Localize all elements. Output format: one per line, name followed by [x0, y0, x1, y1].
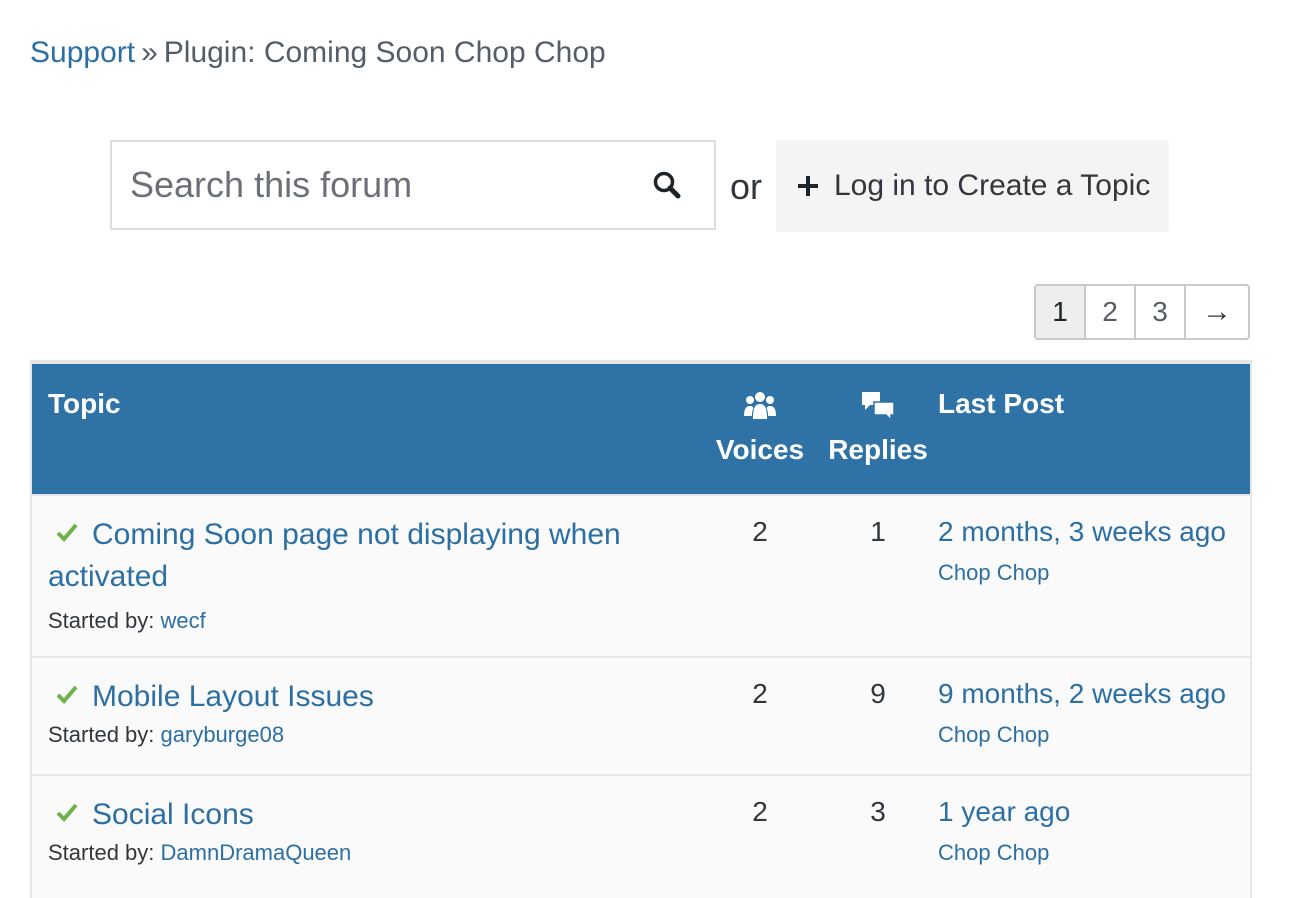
table-row: Mobile Layout Issues Started by: garybur… — [32, 656, 1250, 774]
topic-link[interactable]: Coming Soon page not displaying when act… — [48, 518, 621, 593]
started-by-label: Started by: — [48, 608, 155, 633]
users-icon — [744, 392, 776, 419]
table-header: Topic Voices Replies Last Post — [32, 362, 1250, 494]
search-icon[interactable] — [650, 168, 686, 204]
pagination: 1 2 3 → — [1034, 284, 1250, 340]
started-by: Started by: garyburge08 — [48, 722, 668, 748]
or-label: or — [730, 166, 763, 207]
header-topic: Topic — [48, 388, 121, 419]
replies-count: 9 — [870, 678, 886, 709]
topic-title-row: Social Icons — [48, 794, 668, 836]
author-link[interactable]: wecf — [161, 608, 206, 633]
last-post-cell: 9 months, 2 weeks ago Chop Chop — [938, 678, 1226, 748]
last-post-time-link[interactable]: 9 months, 2 weeks ago — [938, 678, 1226, 710]
last-post-cell: 2 months, 3 weeks ago Chop Chop — [938, 516, 1226, 586]
header-last-post: Last Post — [938, 388, 1065, 419]
started-by-label: Started by: — [48, 722, 155, 747]
last-post-author-link[interactable]: Chop Chop — [938, 722, 1226, 748]
topic-cell: Coming Soon page not displaying when act… — [48, 514, 668, 634]
search-form — [110, 140, 716, 230]
last-post-author-link[interactable]: Chop Chop — [938, 560, 1226, 586]
create-topic-label: Log in to Create a Topic — [834, 169, 1151, 202]
header-replies-label: Replies — [828, 434, 928, 465]
header-voices: Voices — [714, 388, 806, 466]
topic-title-row: Coming Soon page not displaying when act… — [48, 514, 668, 598]
started-by-label: Started by: — [48, 840, 155, 865]
resolved-check-icon — [56, 803, 78, 822]
table-row: Social Icons Started by: DamnDramaQueen … — [32, 774, 1250, 898]
voices-count: 2 — [752, 678, 768, 709]
next-page-link[interactable]: → — [1186, 286, 1248, 338]
author-link[interactable]: garyburge08 — [161, 722, 285, 747]
topic-table: Topic Voices Replies Last Post Coming So… — [30, 360, 1252, 898]
topic-link[interactable]: Social Icons — [92, 798, 254, 831]
page-link-2[interactable]: 2 — [1086, 286, 1136, 338]
search-input[interactable] — [112, 142, 632, 228]
last-post-time-link[interactable]: 1 year ago — [938, 796, 1070, 828]
started-by: Started by: wecf — [48, 608, 668, 634]
replies-count: 3 — [870, 796, 886, 827]
create-topic-button[interactable]: Log in to Create a Topic — [776, 140, 1169, 232]
voices-count: 2 — [752, 796, 768, 827]
topic-title-row: Mobile Layout Issues — [48, 676, 668, 718]
resolved-check-icon — [56, 523, 78, 542]
author-link[interactable]: DamnDramaQueen — [161, 840, 352, 865]
page-link-1[interactable]: 1 — [1036, 286, 1086, 338]
resolved-check-icon — [56, 685, 78, 704]
breadcrumb: Support» Plugin: Coming Soon Chop Chop — [30, 36, 606, 70]
voices-count: 2 — [752, 516, 768, 547]
topic-cell: Mobile Layout Issues Started by: garybur… — [48, 676, 668, 748]
breadcrumb-support-link[interactable]: Support — [30, 36, 135, 69]
forum-page: Support»Plugin: Coming Soon Chop Chop or… — [0, 0, 1296, 898]
header-replies: Replies — [828, 388, 928, 466]
table-row: Coming Soon page not displaying when act… — [32, 494, 1250, 656]
started-by: Started by: DamnDramaQueen — [48, 840, 668, 866]
last-post-cell: 1 year ago Chop Chop — [938, 796, 1070, 866]
header-voices-label: Voices — [715, 434, 805, 465]
breadcrumb-separator: » — [141, 36, 158, 69]
replies-count: 1 — [870, 516, 886, 547]
last-post-author-link[interactable]: Chop Chop — [938, 840, 1070, 866]
topic-cell: Social Icons Started by: DamnDramaQueen — [48, 794, 668, 866]
page-link-3[interactable]: 3 — [1136, 286, 1186, 338]
last-post-time-link[interactable]: 2 months, 3 weeks ago — [938, 516, 1226, 548]
topic-link[interactable]: Mobile Layout Issues — [92, 680, 374, 713]
plus-icon — [798, 176, 818, 196]
chat-bubbles-icon — [862, 392, 895, 422]
breadcrumb-current: Plugin: Coming Soon Chop Chop — [163, 36, 606, 69]
